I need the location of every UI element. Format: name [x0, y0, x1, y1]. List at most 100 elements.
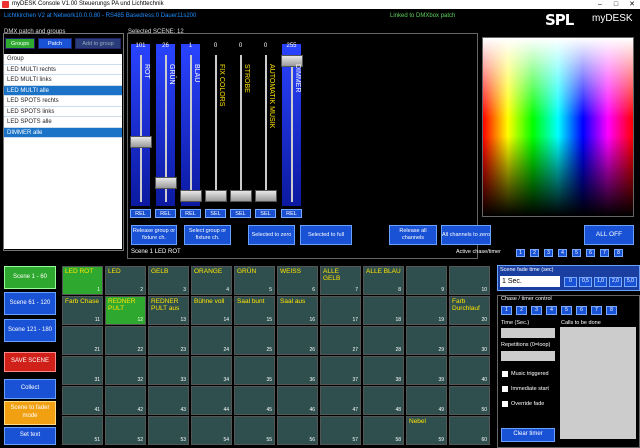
groups-button[interactable]: Groups [5, 38, 35, 49]
fader-rel-button[interactable]: REL [130, 209, 151, 218]
scene-cell[interactable]: 35 [234, 356, 275, 385]
fader-knob[interactable] [255, 190, 277, 202]
fader-knob[interactable] [230, 190, 252, 202]
scene-cell[interactable]: 22 [105, 326, 146, 355]
music-checkbox[interactable] [502, 371, 508, 377]
scene-cell[interactable]: 39 [406, 356, 447, 385]
scene-cell[interactable]: 42 [105, 386, 146, 415]
minimize-icon[interactable]: – [592, 0, 608, 9]
all-off-button[interactable]: ALL OFF [584, 225, 634, 245]
scene-cell[interactable]: 36 [277, 356, 318, 385]
scene-cell[interactable]: 51 [62, 416, 103, 445]
scene-cell[interactable]: 55 [234, 416, 275, 445]
fader-rel-button[interactable]: REL [155, 209, 176, 218]
scene-cell[interactable]: 32 [105, 356, 146, 385]
scene-cell[interactable]: 38 [363, 356, 404, 385]
group-list-item[interactable]: LED MULTI alle [4, 85, 122, 96]
group-list-item[interactable]: LED MULTI rechts [4, 65, 122, 75]
color-picker[interactable] [482, 37, 634, 217]
fader-sel-button[interactable]: SEL [205, 209, 226, 218]
scene-bank-2-button[interactable]: Scene 61 - 120 [4, 292, 56, 315]
fade-time-input[interactable]: 1 Sec. [500, 276, 560, 287]
scene-bank-1-button[interactable]: Scene 1 - 60 [4, 266, 56, 289]
chase-slot-button[interactable]: 4 [546, 306, 557, 315]
maximize-icon[interactable]: □ [608, 0, 624, 9]
scene-cell[interactable]: 27 [320, 326, 361, 355]
repetitions-input[interactable] [501, 351, 555, 361]
scene-bank-3-button[interactable]: Scene 121 - 180 [4, 319, 56, 342]
active-chase-button[interactable]: 4 [558, 249, 567, 257]
scene-cell[interactable]: 34 [191, 356, 232, 385]
scene-cell[interactable]: 40 [449, 356, 490, 385]
calls-list[interactable] [560, 327, 636, 439]
group-list-item[interactable]: LED SPOTS links [4, 107, 122, 117]
scene-cell[interactable]: 44 [191, 386, 232, 415]
scene-cell[interactable]: ALLE BLAU 8 [363, 266, 404, 295]
release-all-button[interactable]: Release all channels [389, 225, 437, 245]
scene-cell[interactable]: Saal bunt 15 [234, 296, 275, 325]
chase-slot-button[interactable]: 2 [516, 306, 527, 315]
chase-slot-button[interactable]: 3 [531, 306, 542, 315]
fader-sel-button[interactable]: SEL [255, 209, 276, 218]
scene-cell[interactable]: 21 [62, 326, 103, 355]
scene-cell[interactable]: 28 [363, 326, 404, 355]
scene-cell[interactable]: REDNER PULT 12 [105, 296, 146, 325]
scene-cell[interactable]: 48 [363, 386, 404, 415]
collect-button[interactable]: Collect [4, 379, 56, 399]
fader-knob[interactable] [180, 190, 202, 202]
scene-cell[interactable]: 57 [320, 416, 361, 445]
fader-knob[interactable] [205, 190, 227, 202]
fade-preset-button[interactable]: 2,0 [609, 277, 622, 287]
scene-cell[interactable]: LED ROT 1 [62, 266, 103, 295]
all-to-zero-button[interactable]: All channels to zero [441, 225, 491, 245]
override-checkbox[interactable] [502, 401, 508, 407]
scene-cell[interactable]: 18 [363, 296, 404, 325]
fader-sel-button[interactable]: SEL [230, 209, 251, 218]
scene-cell[interactable]: 17 [320, 296, 361, 325]
scene-cell[interactable]: 31 [62, 356, 103, 385]
scene-cell[interactable]: 19 [406, 296, 447, 325]
scene-cell[interactable]: 33 [148, 356, 189, 385]
fade-preset-button[interactable]: 5,0 [624, 277, 637, 287]
group-list-item[interactable]: LED SPOTS alle [4, 117, 122, 128]
scene-cell[interactable]: 9 [406, 266, 447, 295]
group-list-item[interactable]: DIMMER alle [4, 127, 122, 138]
selected-to-full-button[interactable]: Selected to full [300, 225, 352, 245]
scene-cell[interactable]: 25 [234, 326, 275, 355]
fader-rel-button[interactable]: REL [180, 209, 201, 218]
release-group-button[interactable]: Release group or fixture ch. [131, 225, 177, 245]
scene-cell[interactable]: WEISS 6 [277, 266, 318, 295]
chase-slot-button[interactable]: 5 [561, 306, 572, 315]
scene-cell[interactable]: 56 [277, 416, 318, 445]
scene-cell[interactable]: 47 [320, 386, 361, 415]
scene-cell[interactable]: Saal aus 16 [277, 296, 318, 325]
time-input[interactable] [501, 328, 555, 338]
scene-cell[interactable]: 30 [449, 326, 490, 355]
scene-to-fader-button[interactable]: Scene to fader mode [4, 401, 56, 425]
scene-cell[interactable]: 43 [148, 386, 189, 415]
fader-knob[interactable] [130, 136, 152, 148]
fade-preset-button[interactable]: 1,0 [594, 277, 607, 287]
immediate-checkbox[interactable] [502, 386, 508, 392]
active-chase-button[interactable]: 6 [586, 249, 595, 257]
scene-cell[interactable]: LED 2 [105, 266, 146, 295]
active-chase-button[interactable]: 3 [544, 249, 553, 257]
scene-cell[interactable]: ORANGE 4 [191, 266, 232, 295]
patch-button[interactable]: Patch [38, 38, 72, 49]
group-list-item[interactable]: LED MULTI links [4, 75, 122, 86]
fade-preset-button[interactable]: 0,5 [579, 277, 592, 287]
select-group-button[interactable]: Select group or fixture ch. [184, 225, 231, 245]
scene-cell[interactable]: 54 [191, 416, 232, 445]
close-icon[interactable]: ✕ [624, 0, 640, 9]
chase-slot-button[interactable]: 7 [591, 306, 602, 315]
scene-cell[interactable]: 41 [62, 386, 103, 415]
scene-cell[interactable]: REDNER PULT aus 13 [148, 296, 189, 325]
scene-cell[interactable]: 52 [105, 416, 146, 445]
active-chase-button[interactable]: 7 [600, 249, 609, 257]
scene-cell[interactable]: 49 [406, 386, 447, 415]
scene-cell[interactable]: 29 [406, 326, 447, 355]
scene-cell[interactable]: 24 [191, 326, 232, 355]
fade-preset-button[interactable]: 0 [564, 277, 577, 287]
scene-cell[interactable]: GELB 3 [148, 266, 189, 295]
add-to-group-button[interactable]: Add to group [75, 38, 121, 49]
